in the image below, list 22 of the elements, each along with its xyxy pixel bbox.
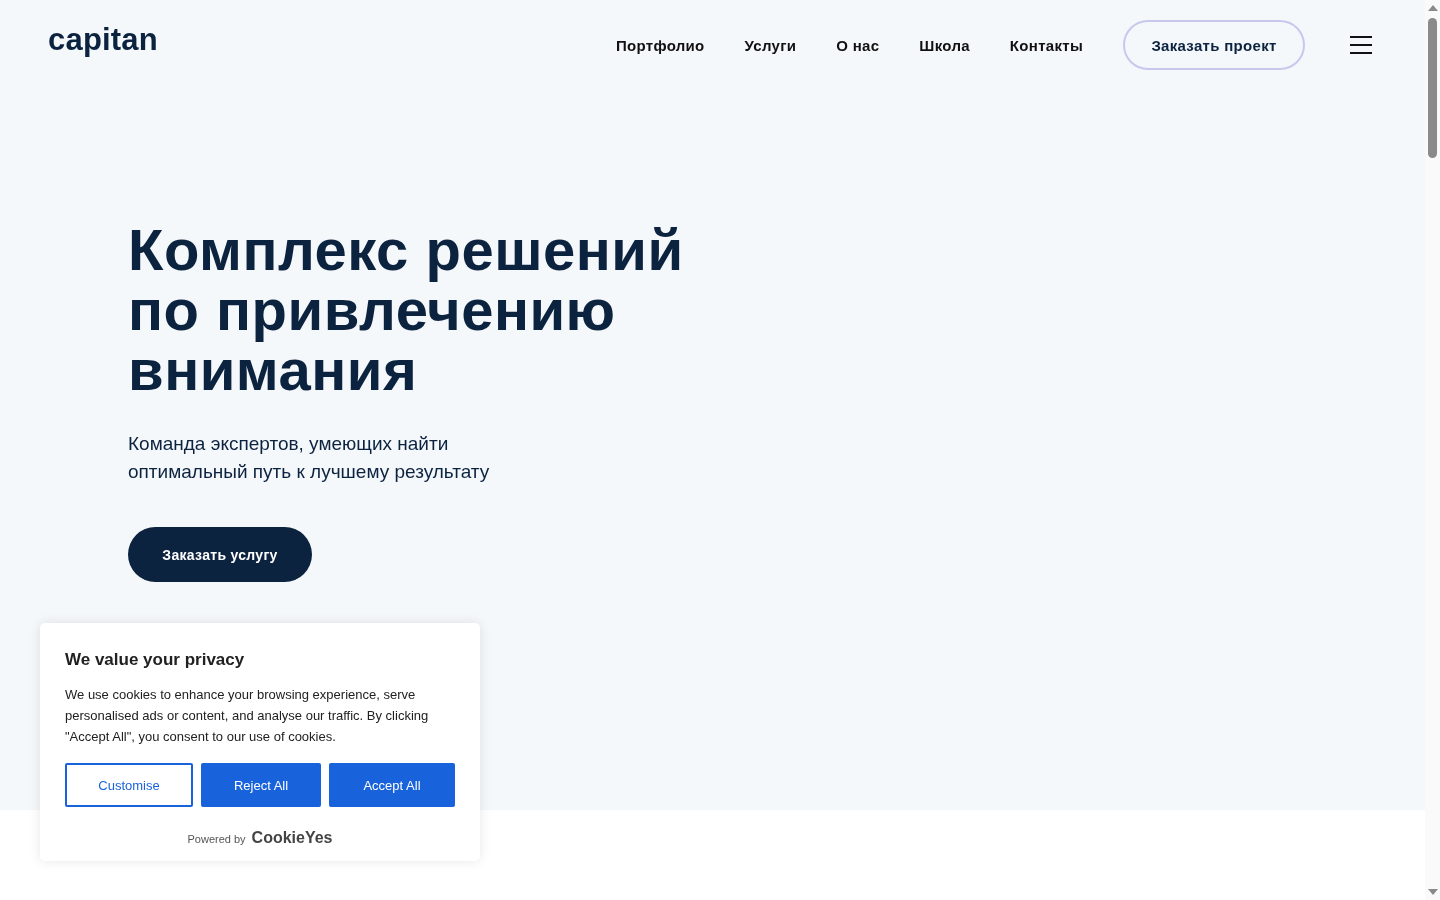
brand-logo[interactable]: CookieYes: [251, 829, 333, 847]
nav-link[interactable]: Школа: [919, 36, 970, 54]
nav-link[interactable]: Контакты: [1009, 36, 1083, 54]
scrollbar-thumb[interactable]: [1428, 18, 1437, 158]
menu-icon[interactable]: [1350, 36, 1372, 54]
cookie-title: We value your privacy: [65, 649, 246, 671]
scroll-down-icon[interactable]: [1428, 889, 1438, 895]
hero-heading: Комплекс решений по привлечению внимания: [128, 220, 685, 400]
logo[interactable]: capitan: [48, 22, 158, 58]
cookie-button[interactable]: Customise: [65, 763, 193, 807]
nav-link[interactable]: Портфолио: [615, 36, 705, 54]
cookie-text: We use cookies to enhance your browsing experience, serve personalised ads or content, and analyse our traffic. By clicking "Accept All", you consent to our use of cookies.: [65, 686, 430, 746]
hero-subtitle: Команда экспертов, умеющих найти оптимальный путь к лучшему результату: [128, 432, 491, 484]
cookie-button[interactable]: Reject All: [201, 763, 321, 807]
powered-by-text: Powered by: [187, 833, 246, 845]
nav-link[interactable]: О нас: [836, 36, 880, 54]
cookie-button[interactable]: Accept All: [329, 763, 455, 807]
order-project-button[interactable]: Заказать проект: [1123, 20, 1305, 70]
scroll-up-icon[interactable]: [1428, 5, 1438, 11]
order-service-button[interactable]: Заказать услугу: [128, 527, 312, 582]
nav-link[interactable]: Услуги: [744, 36, 797, 54]
scrollbar-track[interactable]: [1425, 0, 1440, 900]
